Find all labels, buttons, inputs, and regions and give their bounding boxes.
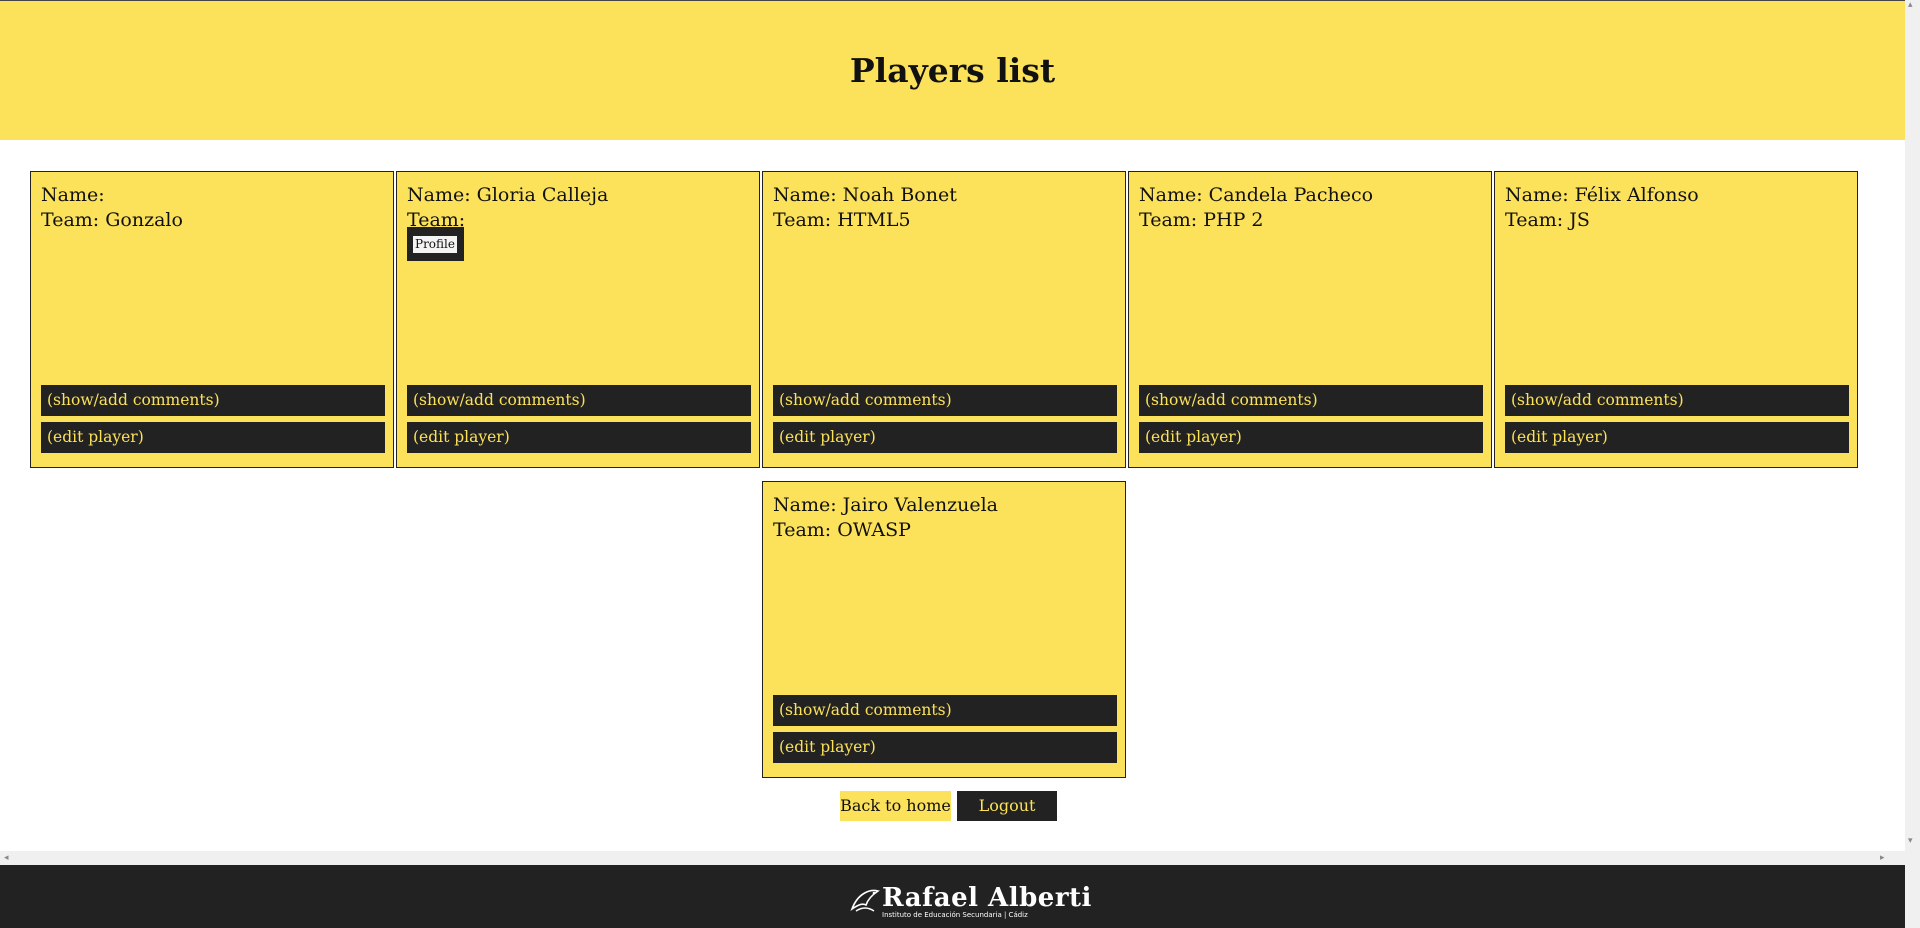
scroll-left-icon[interactable]: ◂	[4, 851, 9, 865]
player-card: Name: Gloria Calleja Team: Profile (show…	[396, 171, 760, 468]
player-card: Name: Félix Alfonso Team: JS (show/add c…	[1494, 171, 1858, 468]
edit-player-link[interactable]: (edit player)	[407, 422, 751, 453]
edit-player-link[interactable]: (edit player)	[773, 732, 1117, 763]
player-card: Name: Noah Bonet Team: HTML5 (show/add c…	[762, 171, 1126, 468]
player-card: Name: Candela Pacheco Team: PHP 2 (show/…	[1128, 171, 1492, 468]
edit-player-link[interactable]: (edit player)	[773, 422, 1117, 453]
player-name: Name: Candela Pacheco	[1139, 184, 1374, 206]
player-team: Team: Gonzalo	[41, 209, 183, 231]
show-comments-link[interactable]: (show/add comments)	[773, 385, 1117, 416]
scroll-up-icon[interactable]: ▴	[1908, 0, 1913, 10]
player-card: Name: Team: Gonzalo (show/add comments) …	[30, 171, 394, 468]
logout-button[interactable]: Logout	[957, 791, 1057, 821]
edit-player-link[interactable]: (edit player)	[1505, 422, 1849, 453]
horizontal-scrollbar[interactable]: ◂ ▸	[0, 851, 1905, 865]
footer: Rafael Alberti Instituto de Educación Se…	[0, 865, 1905, 928]
profile-button[interactable]: Profile	[407, 227, 464, 261]
show-comments-link[interactable]: (show/add comments)	[773, 695, 1117, 726]
profile-label: Profile	[413, 236, 457, 253]
player-team: Team: OWASP	[773, 519, 911, 541]
player-name: Name: Félix Alfonso	[1505, 184, 1699, 206]
show-comments-link[interactable]: (show/add comments)	[41, 385, 385, 416]
player-card: Name: Jairo Valenzuela Team: OWASP (show…	[762, 481, 1126, 778]
player-team: Team: JS	[1505, 209, 1590, 231]
scroll-right-icon[interactable]: ▸	[1880, 851, 1885, 865]
edit-player-link[interactable]: (edit player)	[41, 422, 385, 453]
show-comments-link[interactable]: (show/add comments)	[1139, 385, 1483, 416]
player-name: Name: Jairo Valenzuela	[773, 494, 998, 516]
bird-icon	[850, 889, 880, 912]
header: Players list	[0, 1, 1905, 140]
player-name: Name: Noah Bonet	[773, 184, 957, 206]
vertical-scrollbar[interactable]: ▴ ▾	[1905, 0, 1920, 865]
player-team: Team: PHP 2	[1139, 209, 1264, 231]
logo-name: Rafael Alberti	[882, 883, 1092, 913]
show-comments-link[interactable]: (show/add comments)	[407, 385, 751, 416]
player-name: Name:	[41, 184, 105, 206]
edit-player-link[interactable]: (edit player)	[1139, 422, 1483, 453]
scroll-down-icon[interactable]: ▾	[1908, 836, 1913, 846]
show-comments-link[interactable]: (show/add comments)	[1505, 385, 1849, 416]
school-logo: Rafael Alberti Instituto de Educación Se…	[848, 883, 1091, 923]
page-title: Players list	[849, 51, 1056, 90]
back-to-home-button[interactable]: Back to home	[840, 791, 951, 821]
player-team: Team: HTML5	[773, 209, 911, 231]
page: Players list Name: Team: Gonzalo (show/a…	[0, 0, 1905, 852]
player-name: Name: Gloria Calleja	[407, 184, 609, 206]
logo-subtitle: Instituto de Educación Secundaria | Cádi…	[882, 911, 1028, 919]
